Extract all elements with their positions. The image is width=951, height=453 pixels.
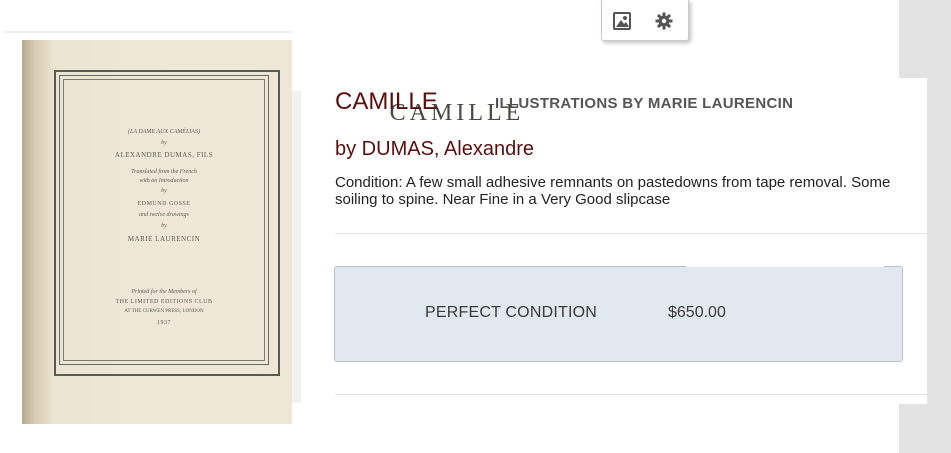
cover-drawings: and twelve drawings [139, 212, 189, 218]
purchase-option[interactable] [334, 266, 903, 362]
cover-introduction: with an Introduction [139, 178, 189, 184]
edit-toolbar [601, 0, 689, 41]
option-label: PERFECT CONDITION [425, 304, 598, 321]
condition-description: Condition: A few small adhesive remnants… [335, 174, 891, 208]
divider [335, 394, 927, 395]
divider [335, 233, 927, 234]
option-price: $650.00 [668, 304, 726, 321]
cover-by: by [161, 223, 167, 229]
option-tab-edge [686, 265, 884, 267]
cover-translated: Translated from the French [131, 169, 197, 175]
cover-border-inner [63, 79, 265, 361]
image-icon[interactable] [612, 11, 632, 31]
gear-icon[interactable] [654, 11, 674, 31]
cover-club: THE LIMITED EDITIONS CLUB [115, 299, 213, 305]
cover-by: by [161, 140, 167, 146]
cover-year: 1937 [157, 320, 171, 326]
top-divider [5, 31, 291, 33]
book-subtitle: ILLUSTRATIONS BY MARIE LAURENCIN [495, 95, 794, 112]
book-cover-image[interactable]: CAMILLE (LA DAME AUX CAMÉLIAS) by ALEXAN… [22, 40, 520, 424]
book-author: by DUMAS, Alexandre [335, 138, 534, 160]
cover-subtitle: (LA DAME AUX CAMÉLIAS) [128, 129, 200, 135]
cover-by: by [161, 188, 167, 194]
cover-illustrator: MARIE LAURENCIN [127, 235, 201, 243]
cover-press: AT THE CURWEN PRESS, LONDON [124, 309, 204, 314]
cover-author: ALEXANDRE DUMAS, FILS [114, 151, 214, 159]
cover-translator: EDMUND GOSSE [137, 201, 191, 207]
cover-printed-for: Printed for the Members of [131, 289, 197, 295]
book-title: CAMILLE [335, 88, 438, 115]
